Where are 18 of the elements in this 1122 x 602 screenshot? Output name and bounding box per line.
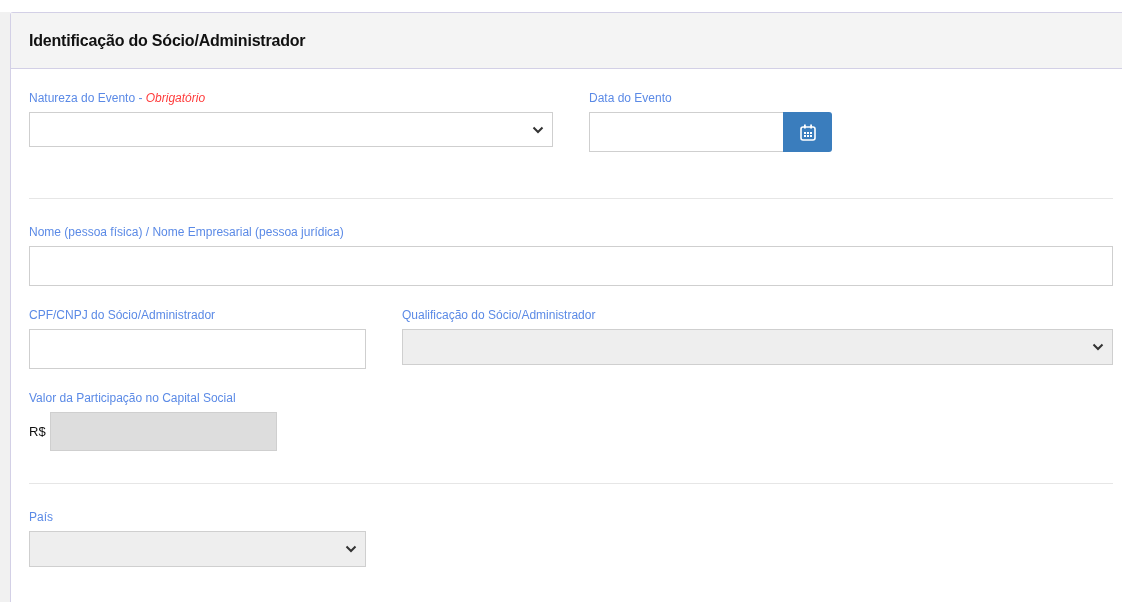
chevron-down-icon [532, 125, 544, 134]
field-label: CPF/CNPJ do Sócio/Administrador [29, 308, 217, 322]
calendar-button[interactable] [783, 112, 832, 152]
input-field[interactable] [29, 246, 1113, 286]
field-label: Qualificação do Sócio/Administrador [402, 308, 597, 322]
input-field[interactable] [29, 329, 366, 369]
field-label: Natureza do Evento - Obrigatório [29, 91, 207, 105]
field-label: Valor da Participação no Capital Social [29, 391, 237, 405]
panel-title: Identificação do Sócio/Administrador [29, 31, 306, 50]
select-field[interactable] [29, 112, 553, 147]
calendar-icon [799, 123, 816, 141]
chevron-down-icon [1092, 343, 1104, 351]
field-label: Data do Evento [589, 91, 673, 105]
currency-prefix: R$ [29, 424, 46, 439]
date-field[interactable] [589, 112, 783, 152]
chevron-down-icon [345, 545, 357, 553]
field-label: Nome (pessoa física) / Nome Empresarial (pessoa jurídica) [29, 225, 345, 239]
field-label: País [29, 510, 54, 524]
